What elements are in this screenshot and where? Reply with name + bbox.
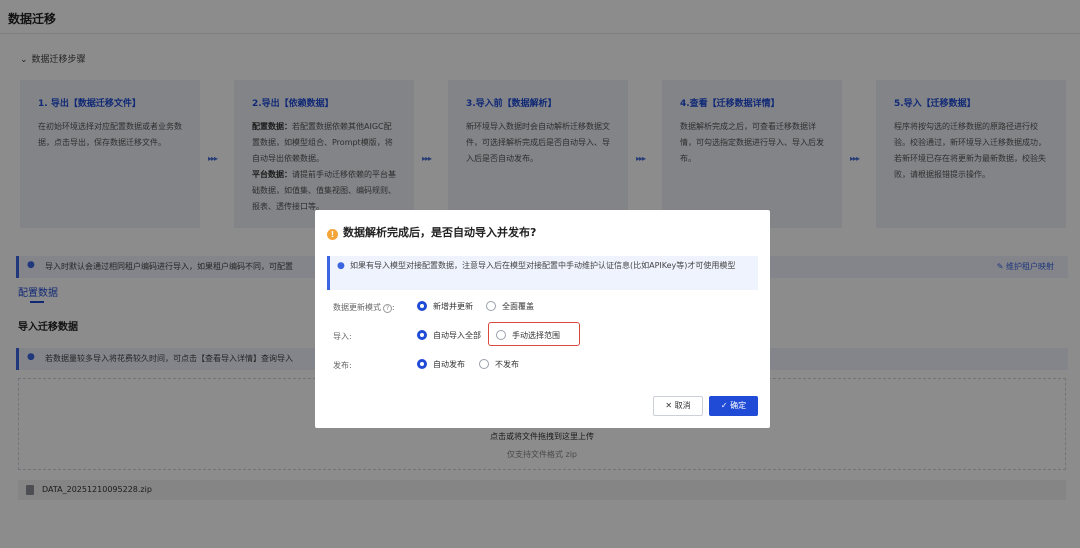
dialog-note-text: 如果有导入模型对接配置数据，注意导入后在模型对接配置中手动维护认证信息(比如AP…	[350, 261, 736, 270]
radio-auto-import-all[interactable]: 自动导入全部	[417, 330, 481, 341]
confirm-label: 确定	[730, 401, 747, 410]
radio-add-update[interactable]: 新增并更新	[417, 301, 473, 312]
import-label: 导入:	[333, 332, 352, 341]
radio-unchecked-icon	[479, 359, 489, 369]
dialog-title-text: 数据解析完成后，是否自动导入并发布?	[343, 226, 537, 239]
dialog-note: ● 如果有导入模型对接配置数据，注意导入后在模型对接配置中手动维护认证信息(比如…	[327, 256, 758, 290]
radio-label: 自动导入全部	[433, 331, 481, 340]
publish-label: 发布:	[333, 361, 352, 370]
radio-unchecked-icon	[486, 301, 496, 311]
radio-checked-icon	[417, 359, 427, 369]
radio-label: 自动发布	[433, 360, 465, 369]
radio-checked-icon	[417, 301, 427, 311]
radio-label: 不发布	[495, 360, 519, 369]
confirm-button[interactable]: ✓ 确定	[709, 396, 758, 416]
radio-no-publish[interactable]: 不发布	[479, 359, 519, 370]
warning-icon: !	[327, 229, 338, 240]
update-mode-label: 数据更新模式?:	[333, 303, 395, 313]
highlight-box	[488, 322, 580, 346]
radio-checked-icon	[417, 330, 427, 340]
radio-auto-publish[interactable]: 自动发布	[417, 359, 465, 370]
cancel-label: 取消	[674, 401, 691, 410]
help-icon[interactable]: ?	[383, 304, 392, 313]
radio-label: 全面覆盖	[502, 302, 534, 311]
dialog-title: ! 数据解析完成后，是否自动导入并发布?	[327, 224, 536, 240]
check-icon: ✓	[720, 401, 728, 410]
radio-label: 新增并更新	[433, 302, 473, 311]
location-pin-icon: ●	[337, 261, 345, 271]
cancel-button[interactable]: ✕ 取消	[653, 396, 703, 416]
confirm-dialog: ! 数据解析完成后，是否自动导入并发布? ● 如果有导入模型对接配置数据，注意导入…	[315, 210, 770, 428]
radio-full-overwrite[interactable]: 全面覆盖	[486, 301, 534, 312]
close-icon: ✕	[665, 401, 673, 410]
